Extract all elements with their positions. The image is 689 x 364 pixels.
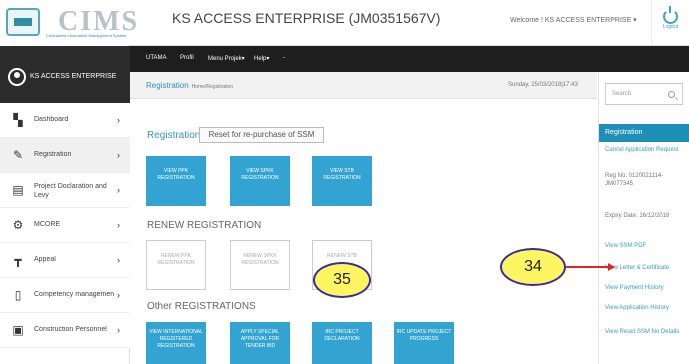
logo-subtitle: Centralized Information Management Syste… bbox=[46, 33, 127, 38]
sidebar: KS ACCESS ENTERPRISE ▚ Dashboard › ✎ Reg… bbox=[0, 46, 130, 364]
chevron-right-icon: › bbox=[117, 325, 120, 335]
view-reset-ssm-link[interactable]: View Reset SSM No Details bbox=[605, 328, 687, 336]
sidebar-item-mcore[interactable]: ⚙ MCORE › bbox=[0, 208, 130, 243]
sidebar-item-construction-personnel[interactable]: ▣ Construction Personnel › bbox=[0, 313, 130, 348]
search-icon[interactable] bbox=[668, 91, 675, 98]
user-icon bbox=[8, 68, 26, 86]
profile-name: KS ACCESS ENTERPRISE bbox=[30, 73, 117, 80]
topnav-divider: - bbox=[283, 55, 285, 61]
logout-button[interactable]: Logout bbox=[651, 0, 689, 46]
view-letter-certificate-link[interactable]: View Letter & Certificate bbox=[605, 264, 687, 272]
renew-spkk-tile[interactable]: RENEW SPKK REGISTRATION bbox=[230, 240, 290, 290]
chevron-right-icon: › bbox=[117, 150, 120, 160]
reset-ssm-button[interactable]: Reset for re-purchase of SSM bbox=[199, 127, 324, 143]
id-card-icon: ▣ bbox=[12, 323, 24, 337]
sidebar-profile: KS ACCESS ENTERPRISE bbox=[0, 46, 130, 103]
renew-ppk-tile[interactable]: RENEW PPK REGISTRATION bbox=[146, 240, 206, 290]
topnav-help[interactable]: Help▾ bbox=[254, 55, 269, 62]
cims-screen: CIMS Centralized Information Management … bbox=[0, 0, 689, 364]
sidebar-item-label: Registration bbox=[34, 151, 72, 158]
breadcrumb: Registration Home/Registration bbox=[146, 81, 233, 90]
logout-label: Logout bbox=[662, 24, 679, 30]
reg-no: Reg No. 0120021114-JM077345 bbox=[605, 173, 664, 187]
view-application-history-link[interactable]: View Application History bbox=[605, 304, 687, 312]
breadcrumb-path[interactable]: Home/Registration bbox=[192, 84, 233, 90]
page-title: Registration bbox=[146, 81, 189, 90]
sidebar-item-label: Competency managemen bbox=[34, 291, 115, 298]
sidebar-item-appeal[interactable]: ┳ Appeal › bbox=[0, 243, 130, 278]
apply-special-approval-tile[interactable]: APPLY SPECIAL APPROVAL FOR TENDER BID bbox=[230, 322, 290, 364]
edit-icon: ✎ bbox=[12, 148, 24, 162]
cancel-application-link[interactable]: Cancel Application Request bbox=[605, 146, 687, 154]
company-title: KS ACCESS ENTERPRISE (JM0351567V) bbox=[172, 10, 441, 26]
sidebar-item-competency[interactable]: ▯ Competency managemen › bbox=[0, 278, 130, 313]
sitemap-icon: ┳ bbox=[14, 253, 22, 267]
sidebar-item-label: Construction Personnel bbox=[34, 326, 107, 333]
sidebar-item-label: MCORE bbox=[34, 221, 61, 228]
top-nav: UTAMA Profil Menu Projek▾ Help▾ - bbox=[130, 46, 689, 72]
chevron-right-icon: › bbox=[117, 115, 120, 125]
sidebar-item-dashboard[interactable]: ▚ Dashboard › bbox=[0, 103, 130, 138]
topnav-menu-projek[interactable]: Menu Projek▾ bbox=[208, 55, 245, 62]
power-icon bbox=[663, 6, 678, 24]
other-registrations-heading: Other REGISTRATIONS bbox=[147, 301, 256, 312]
view-ssm-pdf-link[interactable]: View SSM PDF bbox=[605, 242, 687, 250]
search-input[interactable]: Search bbox=[605, 83, 683, 105]
topnav-utama[interactable]: UTAMA bbox=[146, 55, 167, 61]
sidebar-item-label: Project Doclaration and Levy bbox=[34, 183, 107, 199]
sidebar-item-registration[interactable]: ✎ Registration › bbox=[0, 138, 130, 173]
right-panel: Search Registration Cancel Application R… bbox=[598, 72, 689, 364]
sidebar-item-label: Appeal bbox=[34, 256, 56, 263]
dashboard-icon: ▚ bbox=[13, 113, 23, 127]
chevron-right-icon: › bbox=[117, 185, 120, 195]
gear-icon: ⚙ bbox=[12, 218, 24, 232]
annotation-arrow bbox=[566, 266, 610, 268]
chevron-right-icon: › bbox=[117, 220, 120, 230]
annotation-34: 34 bbox=[500, 248, 566, 286]
sidebar-item-project-declaration[interactable]: ▤ Project Doclaration and Levy › bbox=[0, 173, 130, 208]
cims-logo-icon bbox=[6, 8, 40, 36]
topnav-profil[interactable]: Profil bbox=[180, 55, 194, 61]
chevron-right-icon: › bbox=[117, 255, 120, 265]
app-header: CIMS Centralized Information Management … bbox=[0, 0, 689, 46]
document-icon: ▯ bbox=[14, 288, 22, 302]
view-stb-tile[interactable]: VIEW STB REGISTRATION bbox=[312, 156, 372, 206]
welcome-user-menu[interactable]: Welcome ! KS ACCESS ENTERPRISE ▾ bbox=[510, 16, 637, 24]
annotation-arrow-head bbox=[608, 263, 615, 271]
renew-heading: RENEW REGISTRATION bbox=[147, 220, 262, 231]
page-header: Registration Home/Registration Sunday, 25… bbox=[130, 72, 597, 99]
chevron-right-icon: › bbox=[117, 290, 120, 300]
cims-logo[interactable]: CIMS Centralized Information Management … bbox=[0, 0, 137, 46]
datetime: Sunday, 25/03/2018|17:43 bbox=[508, 82, 578, 88]
print-icon: ▤ bbox=[12, 183, 24, 197]
irc-update-progress-tile[interactable]: IRC UPDATE PROJECT PROGRESS bbox=[394, 322, 454, 364]
registration-panel-title: Registration bbox=[599, 124, 689, 142]
annotation-35: 35 bbox=[313, 262, 371, 298]
view-payment-history-link[interactable]: View Payment History bbox=[605, 284, 687, 292]
view-ppk-tile[interactable]: VIEW PPK REGISTRATION bbox=[146, 156, 206, 206]
view-international-tile[interactable]: VIEW INTERNATIONAL REGISTERED REGISTRATI… bbox=[146, 322, 206, 364]
irc-project-declaration-tile[interactable]: IRC PROJECT DECLARATION bbox=[312, 322, 372, 364]
sidebar-item-label: Dashboard bbox=[34, 116, 69, 123]
search-placeholder: Search bbox=[612, 91, 632, 97]
view-spkk-tile[interactable]: VIEW SPKK REGISTRATION bbox=[230, 156, 290, 206]
registration-heading: Registration bbox=[147, 130, 201, 141]
expiry-date: Expiry Date: 16/12/2018 bbox=[605, 213, 670, 219]
